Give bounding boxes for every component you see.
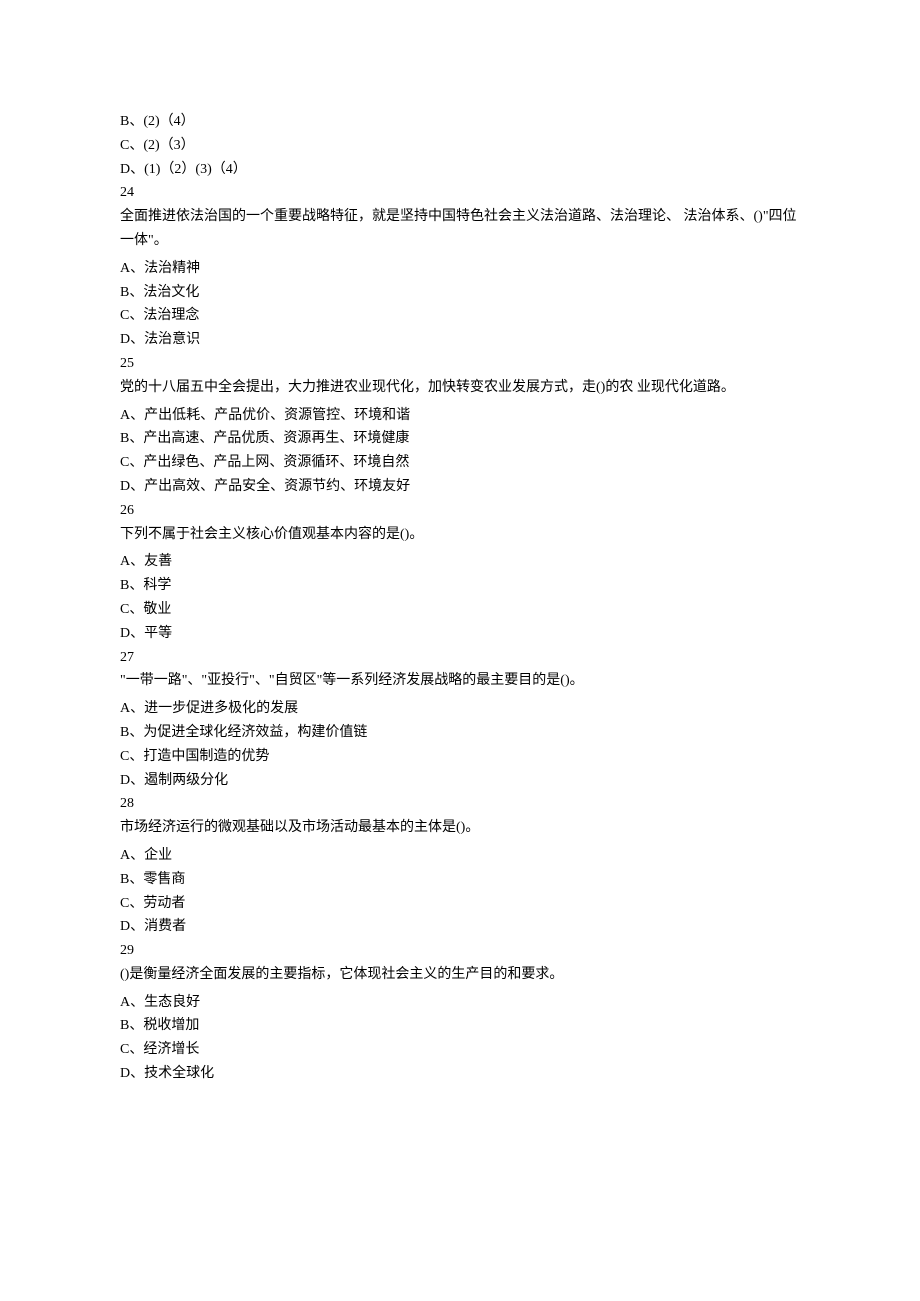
question-number: 29 (120, 939, 800, 963)
answer-option: C、打造中国制造的优势 (120, 745, 800, 769)
question-block: 24全面推进依法治国的一个重要战略特征，就是坚持中国特色社会主义法治道路、法治理… (120, 181, 800, 352)
question-text: "一带一路"、"亚投行"、"自贸区"等一系列经济发展战略的最主要目的是()。 (120, 669, 800, 693)
question-text: 下列不属于社会主义核心价值观基本内容的是()。 (120, 523, 800, 547)
question-text: 全面推进依法治国的一个重要战略特征，就是坚持中国特色社会主义法治道路、法治理论、… (120, 205, 800, 253)
answer-option: D、法治意识 (120, 328, 800, 352)
answer-option: C、敬业 (120, 598, 800, 622)
answer-option: A、友善 (120, 550, 800, 574)
answer-option: D、消费者 (120, 915, 800, 939)
question-text: 市场经济运行的微观基础以及市场活动最基本的主体是()。 (120, 816, 800, 840)
answer-option: B、科学 (120, 574, 800, 598)
question-number: 28 (120, 792, 800, 816)
answer-option: D、技术全球化 (120, 1062, 800, 1086)
answer-option: C、(2)（3） (120, 134, 800, 158)
answer-option: A、生态良好 (120, 991, 800, 1015)
answer-option: C、劳动者 (120, 892, 800, 916)
question-block: B、(2)（4）C、(2)（3）D、(1)（2）(3)（4） (120, 110, 800, 181)
question-block: 25党的十八届五中全会提出，大力推进农业现代化，加快转变农业发展方式，走()的农… (120, 352, 800, 499)
answer-option: B、(2)（4） (120, 110, 800, 134)
question-block: 29()是衡量经济全面发展的主要指标，它体现社会主义的生产目的和要求。 A、生态良… (120, 939, 800, 1086)
answer-option: B、为促进全球化经济效益，构建价值链 (120, 721, 800, 745)
answer-option: B、法治文化 (120, 281, 800, 305)
answer-option: A、企业 (120, 844, 800, 868)
answer-option: A、进一步促进多极化的发展 (120, 697, 800, 721)
question-number: 26 (120, 499, 800, 523)
question-block: 27"一带一路"、"亚投行"、"自贸区"等一系列经济发展战略的最主要目的是()。… (120, 646, 800, 793)
question-number: 24 (120, 181, 800, 205)
question-text: ()是衡量经济全面发展的主要指标，它体现社会主义的生产目的和要求。 (120, 963, 800, 987)
question-number: 25 (120, 352, 800, 376)
answer-option: D、平等 (120, 622, 800, 646)
answer-option: C、法治理念 (120, 304, 800, 328)
question-block: 26下列不属于社会主义核心价值观基本内容的是()。 A、友善B、科学C、敬业D、平… (120, 499, 800, 646)
answer-option: D、遏制两级分化 (120, 769, 800, 793)
answer-option: B、税收增加 (120, 1014, 800, 1038)
answer-option: D、(1)（2）(3)（4） (120, 158, 800, 182)
answer-option: A、法治精神 (120, 257, 800, 281)
answer-option: B、零售商 (120, 868, 800, 892)
answer-option: D、产出高效、产品安全、资源节约、环境友好 (120, 475, 800, 499)
answer-option: B、产出高速、产品优质、资源再生、环境健康 (120, 427, 800, 451)
answer-option: C、经济增长 (120, 1038, 800, 1062)
answer-option: C、产出绿色、产品上网、资源循环、环境自然 (120, 451, 800, 475)
question-number: 27 (120, 646, 800, 670)
question-block: 28市场经济运行的微观基础以及市场活动最基本的主体是()。 A、企业B、零售商C、… (120, 792, 800, 939)
answer-option: A、产出低耗、产品优价、资源管控、环境和谐 (120, 404, 800, 428)
question-text: 党的十八届五中全会提出，大力推进农业现代化，加快转变农业发展方式，走()的农 业… (120, 376, 800, 400)
